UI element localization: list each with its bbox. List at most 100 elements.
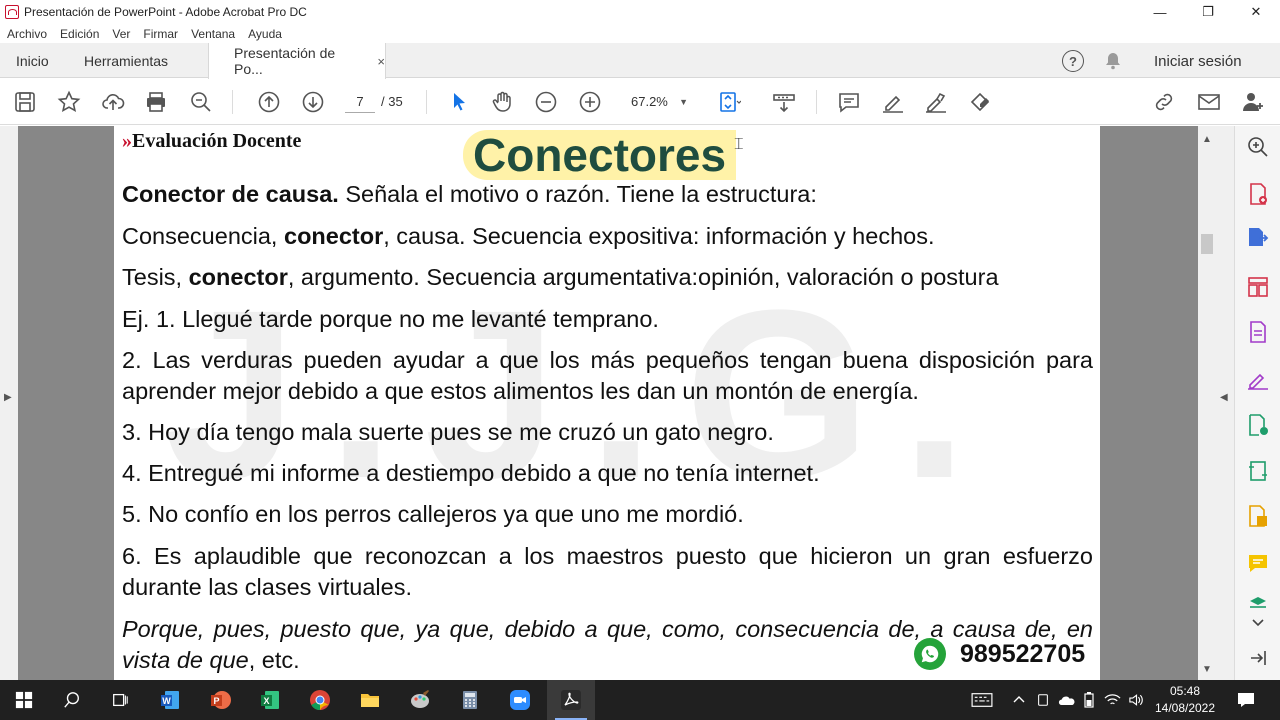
- fit-page-icon[interactable]: [716, 89, 742, 115]
- scroll-down-icon[interactable]: ▼: [1202, 664, 1212, 675]
- example-3: 3. Hoy día tengo mala suerte pues se me …: [122, 419, 774, 445]
- comment-icon[interactable]: [836, 89, 862, 115]
- scroll-mode-icon[interactable]: [771, 89, 797, 115]
- svg-text:P: P: [213, 696, 219, 706]
- page-gutter: [1100, 126, 1198, 680]
- brand-text: Evaluación Docente: [132, 130, 302, 152]
- page-up-icon[interactable]: [256, 89, 282, 115]
- edit-text-icon[interactable]: [1245, 319, 1271, 345]
- highlight-pen-icon[interactable]: [880, 89, 906, 115]
- organize-pages-icon[interactable]: [1245, 274, 1271, 300]
- scrollbar-thumb[interactable]: [1201, 234, 1213, 254]
- chrome-app-icon[interactable]: [296, 680, 344, 720]
- windows-start-icon[interactable]: [0, 680, 48, 720]
- battery-icon[interactable]: [1084, 680, 1094, 720]
- page-total: / 35: [381, 94, 403, 109]
- signin-button[interactable]: Iniciar sesión: [1154, 53, 1242, 70]
- add-user-icon[interactable]: [1240, 89, 1266, 115]
- search-icon[interactable]: [1245, 134, 1271, 160]
- close-window-button[interactable]: ✕: [1232, 0, 1280, 24]
- acrobat-logo-icon: [5, 5, 19, 19]
- collapse-right-panel-icon[interactable]: ◀: [1220, 392, 1228, 403]
- show-hidden-icons-chevron[interactable]: [1012, 680, 1026, 720]
- left-panel-collapsed[interactable]: ▶: [0, 126, 18, 680]
- pdf-page: J.J.G. »Evaluación Docente Conectores ⌶ …: [114, 126, 1100, 680]
- wifi-icon[interactable]: [1104, 680, 1121, 720]
- export-icon[interactable]: [1245, 412, 1271, 438]
- menu-ayuda[interactable]: Ayuda: [248, 27, 282, 41]
- toolbar-divider: [426, 90, 427, 114]
- tab-herramientas[interactable]: Herramientas: [84, 43, 168, 78]
- paint-app-icon[interactable]: [396, 680, 444, 720]
- select-arrow-icon[interactable]: [446, 89, 472, 115]
- export-pdf-icon[interactable]: [1245, 225, 1271, 251]
- zoom-in-icon[interactable]: [577, 89, 603, 115]
- keyboard-layout-icon[interactable]: [970, 680, 994, 720]
- link-icon[interactable]: [1151, 89, 1177, 115]
- calculator-app-icon[interactable]: [446, 680, 494, 720]
- tablet-icon[interactable]: [1036, 680, 1050, 720]
- help-icon[interactable]: ?: [1062, 50, 1084, 72]
- onedrive-icon[interactable]: [1058, 680, 1076, 720]
- taskbar-search-icon[interactable]: [48, 680, 96, 720]
- notifications-bell-icon[interactable]: [1104, 52, 1122, 70]
- acrobat-app-icon[interactable]: [547, 680, 595, 720]
- menu-edicion[interactable]: Edición: [60, 27, 99, 41]
- page-number-input[interactable]: 7: [345, 91, 375, 113]
- tab-inicio[interactable]: Inicio: [16, 43, 49, 78]
- phone-number: 989522705: [960, 640, 1086, 668]
- fill-sign-icon[interactable]: [1245, 366, 1271, 392]
- sticky-note-icon[interactable]: [1245, 550, 1271, 576]
- svg-text:W: W: [162, 696, 171, 706]
- menu-firmar[interactable]: Firmar: [143, 27, 178, 41]
- more-tools-chevron-icon[interactable]: [1245, 610, 1271, 636]
- compress-icon[interactable]: [1245, 458, 1271, 484]
- email-icon[interactable]: [1196, 89, 1222, 115]
- menu-archivo[interactable]: Archivo: [7, 27, 47, 41]
- expand-left-panel-icon[interactable]: ▶: [4, 392, 12, 403]
- menu-ver[interactable]: Ver: [112, 27, 130, 41]
- volume-icon[interactable]: [1128, 680, 1145, 720]
- toolbar-divider: [232, 90, 233, 114]
- scroll-up-icon[interactable]: ▲: [1202, 134, 1212, 145]
- definition-line: Conector de causa. Señala el motivo o ra…: [122, 179, 1093, 210]
- edit-pdf-icon[interactable]: [967, 89, 993, 115]
- create-pdf-icon[interactable]: [1245, 181, 1271, 207]
- clock-date: 14/08/2022: [1154, 701, 1216, 715]
- page-down-icon[interactable]: [300, 89, 326, 115]
- print-icon[interactable]: [143, 89, 169, 115]
- task-view-icon[interactable]: [96, 680, 144, 720]
- zoom-select[interactable]: 67.2% ▼: [622, 91, 694, 113]
- document-viewport[interactable]: ▶ J.J.G. »Evaluación Docente Conectores …: [0, 126, 1234, 680]
- menu-ventana[interactable]: Ventana: [191, 27, 235, 41]
- right-panel-toggle[interactable]: ◀: [1216, 126, 1234, 680]
- zoom-app-icon[interactable]: [496, 680, 544, 720]
- restore-button[interactable]: ❐: [1184, 0, 1232, 24]
- word-app-icon[interactable]: W: [146, 680, 194, 720]
- main-toolbar: 7 / 35 67.2% ▼: [0, 79, 1280, 125]
- save-icon[interactable]: [12, 89, 38, 115]
- powerpoint-app-icon[interactable]: P: [196, 680, 244, 720]
- excel-app-icon[interactable]: X: [246, 680, 294, 720]
- zoom-value: 67.2%: [631, 94, 668, 109]
- tab-close-icon[interactable]: ×: [377, 54, 385, 69]
- toolbar-divider: [816, 90, 817, 114]
- chevron-down-icon: ▼: [679, 97, 688, 107]
- taskbar-clock[interactable]: 05:48 14/08/2022: [1150, 683, 1220, 717]
- tab-document[interactable]: Presentación de Po... ×: [208, 43, 386, 79]
- collapse-panel-icon[interactable]: [1245, 645, 1271, 671]
- hand-icon[interactable]: [489, 89, 515, 115]
- star-icon[interactable]: [56, 89, 82, 115]
- zoom-out-icon[interactable]: [533, 89, 559, 115]
- pdf-report-icon[interactable]: [1245, 503, 1271, 529]
- upload-icon[interactable]: [100, 89, 126, 115]
- structure-text: , causa. Secuencia expositiva: informaci…: [383, 223, 935, 249]
- vertical-scrollbar[interactable]: ▲ ▼: [1198, 126, 1216, 680]
- minimize-button[interactable]: —: [1136, 0, 1184, 24]
- zoom-search-icon[interactable]: [188, 89, 214, 115]
- example-2: 2. Las verduras pueden ayudar a que los …: [122, 347, 1093, 404]
- connectors-list: Porque, pues, puesto que, ya que, debido…: [122, 614, 1093, 676]
- notifications-icon[interactable]: [1236, 680, 1256, 720]
- file-explorer-icon[interactable]: [346, 680, 394, 720]
- sign-icon[interactable]: [923, 89, 949, 115]
